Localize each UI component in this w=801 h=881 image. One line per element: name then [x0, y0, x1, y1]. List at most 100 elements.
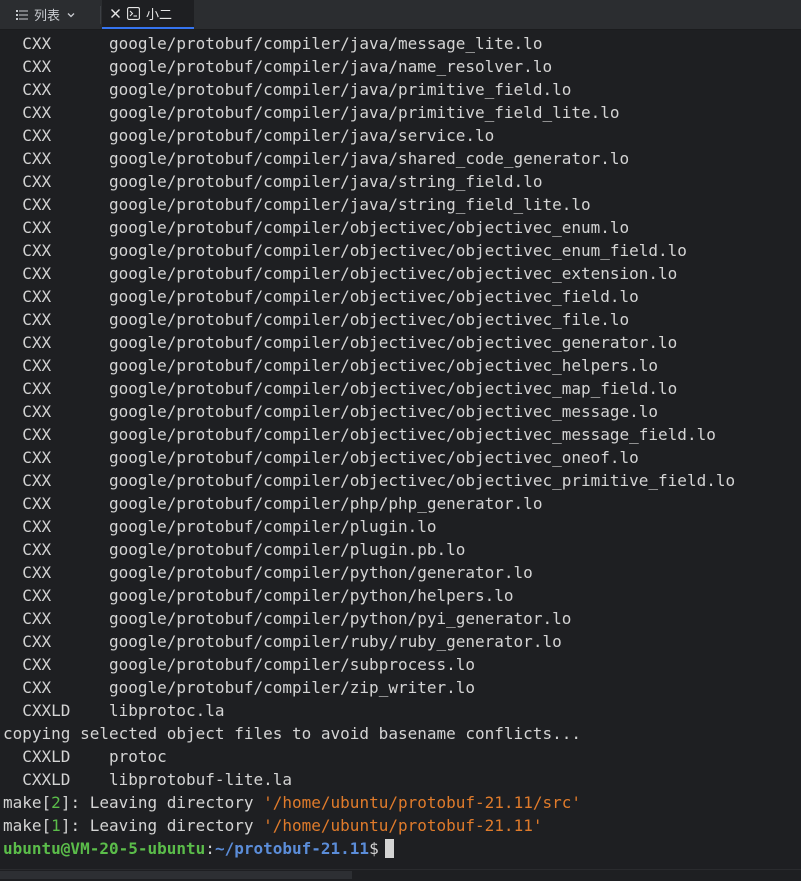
build-path: google/protobuf/compiler/java/service.lo [108, 126, 495, 145]
build-line: CXX google/protobuf/compiler/objectivec/… [3, 423, 801, 446]
build-line: CXX google/protobuf/compiler/objectivec/… [3, 308, 801, 331]
build-path: google/protobuf/compiler/plugin.pb.lo [108, 540, 466, 559]
build-path: google/protobuf/compiler/java/string_fie… [108, 195, 591, 214]
build-path: libprotoc.la [108, 701, 225, 720]
prompt-user-host: ubuntu@VM-20-5-ubuntu [3, 839, 206, 858]
build-line: CXX google/protobuf/compiler/objectivec/… [3, 377, 801, 400]
build-line: CXX google/protobuf/compiler/objectivec/… [3, 354, 801, 377]
build-tool: CXX [22, 218, 52, 237]
build-line: CXX google/protobuf/compiler/java/messag… [3, 32, 801, 55]
build-line: CXX google/protobuf/compiler/zip_writer.… [3, 676, 801, 699]
build-path: google/protobuf/compiler/objectivec/obje… [108, 333, 678, 352]
build-tool: CXX [22, 402, 52, 421]
prompt-colon: : [205, 839, 215, 858]
build-line: CXX google/protobuf/compiler/plugin.pb.l… [3, 538, 801, 561]
terminal-output[interactable]: CXX google/protobuf/compiler/java/messag… [0, 32, 801, 870]
make-directory: '/home/ubuntu/protobuf-21.11' [263, 816, 543, 835]
copy-message-line: copying selected object files to avoid b… [3, 722, 801, 745]
build-path: libprotobuf-lite.la [108, 770, 292, 789]
build-line: CXX google/protobuf/compiler/python/help… [3, 584, 801, 607]
build-line: CXX google/protobuf/compiler/objectivec/… [3, 239, 801, 262]
build-line: CXX google/protobuf/compiler/subprocess.… [3, 653, 801, 676]
make-line: make[2]: Leaving directory '/home/ubuntu… [3, 793, 581, 812]
build-path: google/protobuf/compiler/objectivec/obje… [108, 379, 678, 398]
close-icon[interactable] [110, 8, 121, 19]
build-path: google/protobuf/compiler/java/name_resol… [108, 57, 553, 76]
build-path: google/protobuf/compiler/plugin.lo [108, 517, 437, 536]
build-tool: CXX [22, 57, 52, 76]
build-tool: CXX [22, 172, 52, 191]
terminal-cursor[interactable] [384, 839, 394, 858]
build-tool: CXX [22, 34, 52, 53]
build-line: CXX google/protobuf/compiler/plugin.lo [3, 515, 801, 538]
build-tool: CXX [22, 103, 52, 122]
build-tool: CXXLD [22, 747, 71, 766]
chevron-down-icon [66, 10, 76, 20]
build-path: google/protobuf/compiler/objectivec/obje… [108, 241, 687, 260]
build-line: CXX google/protobuf/compiler/java/servic… [3, 124, 801, 147]
build-line: CXX google/protobuf/compiler/java/name_r… [3, 55, 801, 78]
build-line: CXX google/protobuf/compiler/php/php_gen… [3, 492, 801, 515]
build-path: google/protobuf/compiler/java/string_fie… [108, 172, 543, 191]
prompt-line: ubuntu@VM-20-5-ubuntu:~/protobuf-21.11$ [3, 837, 801, 860]
build-tool: CXX [22, 448, 52, 467]
build-line: CXX google/protobuf/compiler/objectivec/… [3, 400, 801, 423]
build-tool: CXX [22, 126, 52, 145]
build-tool: CXX [22, 195, 52, 214]
build-path: google/protobuf/compiler/objectivec/obje… [108, 425, 716, 444]
build-line: CXXLD protoc [3, 745, 801, 768]
prompt-symbol: $ [369, 839, 379, 858]
build-path: google/protobuf/compiler/python/generato… [108, 563, 533, 582]
build-line: CXX google/protobuf/compiler/python/pyi_… [3, 607, 801, 630]
build-path: google/protobuf/compiler/objectivec/obje… [108, 264, 678, 283]
build-line: CXX google/protobuf/compiler/objectivec/… [3, 285, 801, 308]
tab-list[interactable]: 列表 [0, 0, 100, 29]
build-tool: CXXLD [22, 701, 71, 720]
build-path: google/protobuf/compiler/objectivec/obje… [108, 218, 630, 237]
make-text: : Leaving directory [70, 793, 264, 812]
build-line: CXX google/protobuf/compiler/ruby/ruby_g… [3, 630, 801, 653]
build-path: google/protobuf/compiler/objectivec/obje… [108, 310, 630, 329]
make-line: make[1]: Leaving directory '/home/ubuntu… [3, 816, 543, 835]
build-tool: CXX [22, 609, 52, 628]
build-tool: CXX [22, 494, 52, 513]
tab-bar: 列表 小二 [0, 0, 801, 30]
tab-divider [100, 6, 101, 24]
list-icon [16, 9, 28, 21]
build-path: google/protobuf/compiler/objectivec/obje… [108, 402, 659, 421]
build-path: google/protobuf/compiler/java/message_li… [108, 34, 543, 53]
build-tool: CXX [22, 287, 52, 306]
build-tool: CXX [22, 379, 52, 398]
horizontal-scrollbar[interactable] [0, 869, 801, 881]
build-line: CXX google/protobuf/compiler/java/string… [3, 170, 801, 193]
build-path: google/protobuf/compiler/java/primitive_… [108, 80, 572, 99]
scrollbar-thumb[interactable] [0, 871, 352, 879]
build-tool: CXX [22, 540, 52, 559]
build-tool: CXX [22, 517, 52, 536]
build-tool: CXX [22, 632, 52, 651]
make-prefix: make [3, 793, 42, 812]
make-level: 2 [51, 793, 61, 812]
build-tool: CXX [22, 586, 52, 605]
make-prefix: make [3, 816, 42, 835]
build-path: google/protobuf/compiler/ruby/ruby_gener… [108, 632, 562, 651]
tab-terminal[interactable]: 小二 [102, 0, 194, 29]
build-path: google/protobuf/compiler/python/helpers.… [108, 586, 514, 605]
build-path: google/protobuf/compiler/subprocess.lo [108, 655, 476, 674]
tab-list-label: 列表 [34, 9, 61, 24]
build-tool: CXX [22, 333, 52, 352]
build-tool: CXXLD [22, 770, 71, 789]
build-tool: CXX [22, 310, 52, 329]
build-path: google/protobuf/compiler/php/php_generat… [108, 494, 543, 513]
terminal-icon [127, 7, 140, 20]
build-tool: CXX [22, 655, 52, 674]
build-tool: CXX [22, 471, 52, 490]
build-path: google/protobuf/compiler/zip_writer.lo [108, 678, 476, 697]
build-tool: CXX [22, 425, 52, 444]
build-path: google/protobuf/compiler/objectivec/obje… [108, 448, 639, 467]
build-line: CXX google/protobuf/compiler/objectivec/… [3, 469, 801, 492]
prompt-cwd: ~/protobuf-21.11 [214, 839, 370, 858]
build-path: google/protobuf/compiler/python/pyi_gene… [108, 609, 572, 628]
build-tool: CXX [22, 678, 52, 697]
build-line: CXX google/protobuf/compiler/python/gene… [3, 561, 801, 584]
